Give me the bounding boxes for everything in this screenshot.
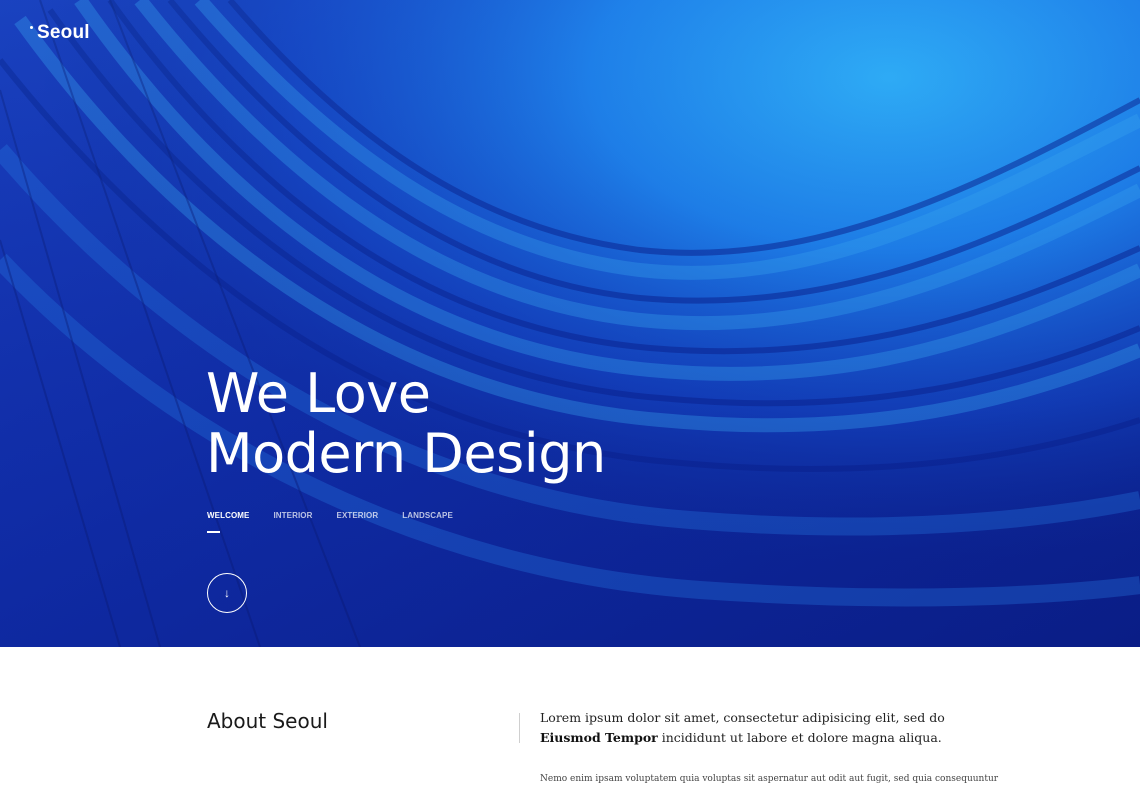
tab-exterior[interactable]: EXTERIOR xyxy=(337,511,379,532)
headline-line-1: We Love xyxy=(206,362,431,425)
brand-name: Seoul xyxy=(37,22,90,43)
tab-landscape[interactable]: LANDSCAPE xyxy=(402,511,453,532)
about-body-paragraph: Nemo enim ipsam voluptatem quia voluptas… xyxy=(540,774,1000,784)
about-title: About Seoul xyxy=(207,709,328,733)
about-section: About Seoul Lorem ipsum dolor sit amet, … xyxy=(0,647,1140,785)
hero-background-image xyxy=(0,0,1140,647)
tab-welcome[interactable]: WELCOME xyxy=(207,511,249,533)
lead-bold-text: Eiusmod Tempor xyxy=(540,730,658,745)
about-lead-paragraph: Lorem ipsum dolor sit amet, consectetur … xyxy=(540,708,980,748)
lead-text-start: Lorem ipsum dolor sit amet, consectetur … xyxy=(540,710,945,725)
logo-dot-icon xyxy=(30,26,33,29)
vertical-divider xyxy=(519,713,520,743)
arrow-down-icon: ↓ xyxy=(224,586,230,600)
hero-tabs: WELCOME INTERIOR EXTERIOR LANDSCAPE xyxy=(207,511,477,533)
headline-line-2: Modern Design xyxy=(206,422,606,485)
brand-logo[interactable]: Seoul xyxy=(30,22,90,44)
tab-interior[interactable]: INTERIOR xyxy=(273,511,312,532)
lead-text-end: incididunt ut labore et dolore magna ali… xyxy=(657,730,942,745)
scroll-down-button[interactable]: ↓ xyxy=(207,573,247,613)
hero-section: Seoul We Love Modern Design WELCOME INTE… xyxy=(0,0,1140,647)
hero-headline: We Love Modern Design xyxy=(206,364,606,484)
